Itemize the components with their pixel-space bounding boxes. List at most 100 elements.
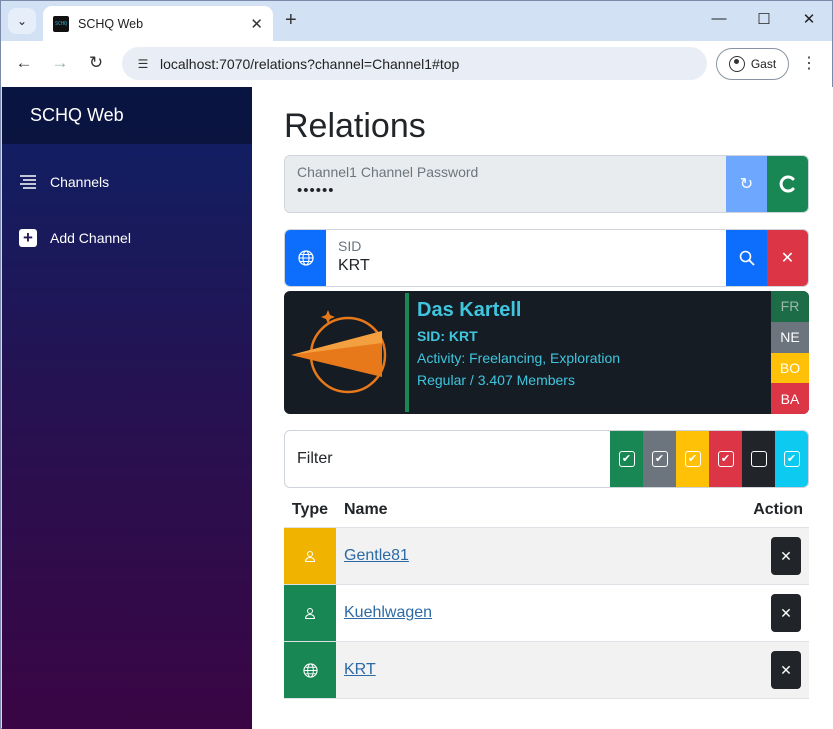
browser-window: ⌄ SCHQ SCHQ Web ✕ + — ☐ ✕ ← → ↻ ☰ localh… (0, 0, 833, 729)
name-link[interactable]: Kuehlwagen (336, 604, 739, 622)
maximize-icon[interactable]: ☐ (754, 10, 774, 28)
org-divider (405, 293, 409, 412)
delete-button[interactable]: ✕ (771, 651, 801, 689)
organization-card: Das Kartell SID: KRT Activity: Freelanci… (284, 291, 809, 414)
checkbox-checked-icon[interactable]: ✔ (717, 451, 734, 467)
site-info-icon[interactable]: ☰ (132, 53, 154, 75)
page-title: Relations (284, 107, 426, 145)
url-text[interactable]: localhost:7070/relations?channel=Channel… (160, 56, 459, 72)
list-icon (19, 173, 37, 191)
type-cell (284, 528, 336, 584)
checkbox-checked-icon[interactable]: ✔ (684, 451, 701, 467)
reload-icon[interactable]: ↻ (85, 53, 107, 73)
name-link[interactable]: Gentle81 (336, 547, 739, 565)
browser-tab[interactable]: SCHQ SCHQ Web ✕ (43, 6, 273, 41)
checkbox-unchecked-icon[interactable] (750, 451, 767, 467)
sid-field[interactable]: SID KRT (326, 230, 726, 286)
action-cell: ✕ (739, 537, 809, 575)
tab-strip: ⌄ SCHQ SCHQ Web ✕ + — ☐ ✕ (1, 1, 832, 41)
refresh-button[interactable]: ↻ (726, 156, 767, 212)
org-name: Das Kartell (417, 299, 522, 321)
close-icon: ✕ (780, 661, 792, 678)
globe-icon (297, 250, 314, 266)
relation-tags: FR NE BO BA (771, 291, 809, 414)
filter-friendly-cell[interactable]: ✔ (610, 431, 643, 487)
close-icon: ✕ (780, 604, 792, 621)
address-bar[interactable]: ☰ localhost:7070/relations?channel=Chann… (122, 47, 707, 80)
close-icon: ✕ (780, 250, 795, 267)
password-input-group: Channel1 Channel Password •••••• ↻ (284, 155, 809, 213)
filter-org-cell[interactable]: ✔ (775, 431, 808, 487)
person-icon (304, 608, 316, 619)
sidebar-item-label: Channels (50, 174, 110, 190)
sidebar-item-label: Add Channel (50, 230, 131, 246)
profile-button[interactable]: Gast (716, 48, 789, 80)
clear-button[interactable]: ✕ (767, 230, 808, 286)
filter-group: Filter ✔ ✔ ✔ ✔ ✔ (284, 430, 809, 488)
filter-unknown-cell[interactable] (742, 431, 775, 487)
column-header-type: Type (291, 500, 329, 518)
sid-label: SID (338, 238, 362, 254)
brand-title[interactable]: SCHQ Web (2, 87, 252, 144)
person-icon (304, 551, 316, 562)
table-header: Type Name Action (284, 492, 809, 528)
profile-icon (728, 56, 745, 72)
refresh-icon: ↻ (739, 176, 754, 193)
sidebar-item-add-channel[interactable]: + Add Channel (19, 229, 131, 247)
forward-icon[interactable]: → (49, 53, 71, 73)
org-info: Das Kartell SID: KRT Activity: Freelanci… (417, 299, 620, 388)
table-row: KRT ✕ (284, 642, 809, 699)
table-row: Gentle81 ✕ (284, 528, 809, 585)
cycle-icon (779, 175, 794, 193)
column-header-name: Name (344, 500, 388, 518)
minimize-icon[interactable]: — (709, 10, 729, 27)
org-members: Regular / 3.407 Members (417, 372, 575, 388)
relation-bandit-button[interactable]: BA (771, 383, 809, 414)
tab-close-icon[interactable]: ✕ (250, 15, 263, 33)
table-row: Kuehlwagen ✕ (284, 585, 809, 642)
favicon-icon: SCHQ (53, 15, 69, 32)
tab-title: SCHQ Web (78, 16, 144, 31)
filter-input[interactable]: Filter (285, 431, 610, 487)
main-content: Relations Channel1 Channel Password ••••… (252, 87, 833, 729)
delete-button[interactable]: ✕ (771, 537, 801, 575)
checkbox-checked-icon[interactable]: ✔ (651, 451, 668, 467)
sidebar-item-channels[interactable]: Channels (19, 173, 109, 191)
checkbox-checked-icon[interactable]: ✔ (618, 451, 635, 467)
browser-menu-icon[interactable]: ⋮ (801, 53, 817, 73)
org-sid: SID: KRT (417, 328, 478, 344)
password-label: Channel1 Channel Password (297, 164, 479, 180)
globe-button[interactable] (285, 230, 326, 286)
name-link[interactable]: KRT (336, 661, 739, 679)
column-header-action: Action (753, 500, 803, 518)
delete-button[interactable]: ✕ (771, 594, 801, 632)
back-icon[interactable]: ← (13, 53, 35, 73)
tab-search-button[interactable]: ⌄ (8, 8, 36, 34)
sid-input-group: SID KRT ✕ (284, 229, 809, 287)
password-value[interactable]: •••••• (297, 182, 714, 199)
action-cell: ✕ (739, 594, 809, 632)
browser-toolbar: ← → ↻ ☰ localhost:7070/relations?channel… (1, 41, 832, 87)
relation-neutral-button[interactable]: NE (771, 321, 809, 353)
globe-icon (302, 662, 318, 678)
password-field[interactable]: Channel1 Channel Password •••••• (285, 156, 726, 212)
connect-button[interactable] (767, 156, 808, 212)
filter-neutral-cell[interactable]: ✔ (643, 431, 676, 487)
checkbox-checked-icon[interactable]: ✔ (783, 451, 800, 467)
sidebar: SCHQ Web Channels + Add Channel (2, 87, 252, 729)
search-button[interactable] (726, 230, 767, 286)
org-logo (291, 310, 387, 394)
sid-value[interactable]: KRT (338, 257, 714, 275)
profile-label: Gast (750, 57, 777, 71)
close-icon: ✕ (780, 547, 792, 564)
new-tab-icon[interactable]: + (285, 9, 297, 32)
page-content: SCHQ Web Channels + Add Channel Relation… (2, 87, 833, 729)
filter-bandit-cell[interactable]: ✔ (709, 431, 742, 487)
window-close-icon[interactable]: ✕ (799, 10, 819, 28)
filter-bogey-cell[interactable]: ✔ (676, 431, 709, 487)
type-cell (284, 642, 336, 698)
relation-friendly-button[interactable]: FR (771, 291, 809, 322)
type-cell (284, 585, 336, 641)
plus-square-icon: + (19, 229, 37, 247)
relation-bogey-button[interactable]: BO (771, 352, 809, 384)
